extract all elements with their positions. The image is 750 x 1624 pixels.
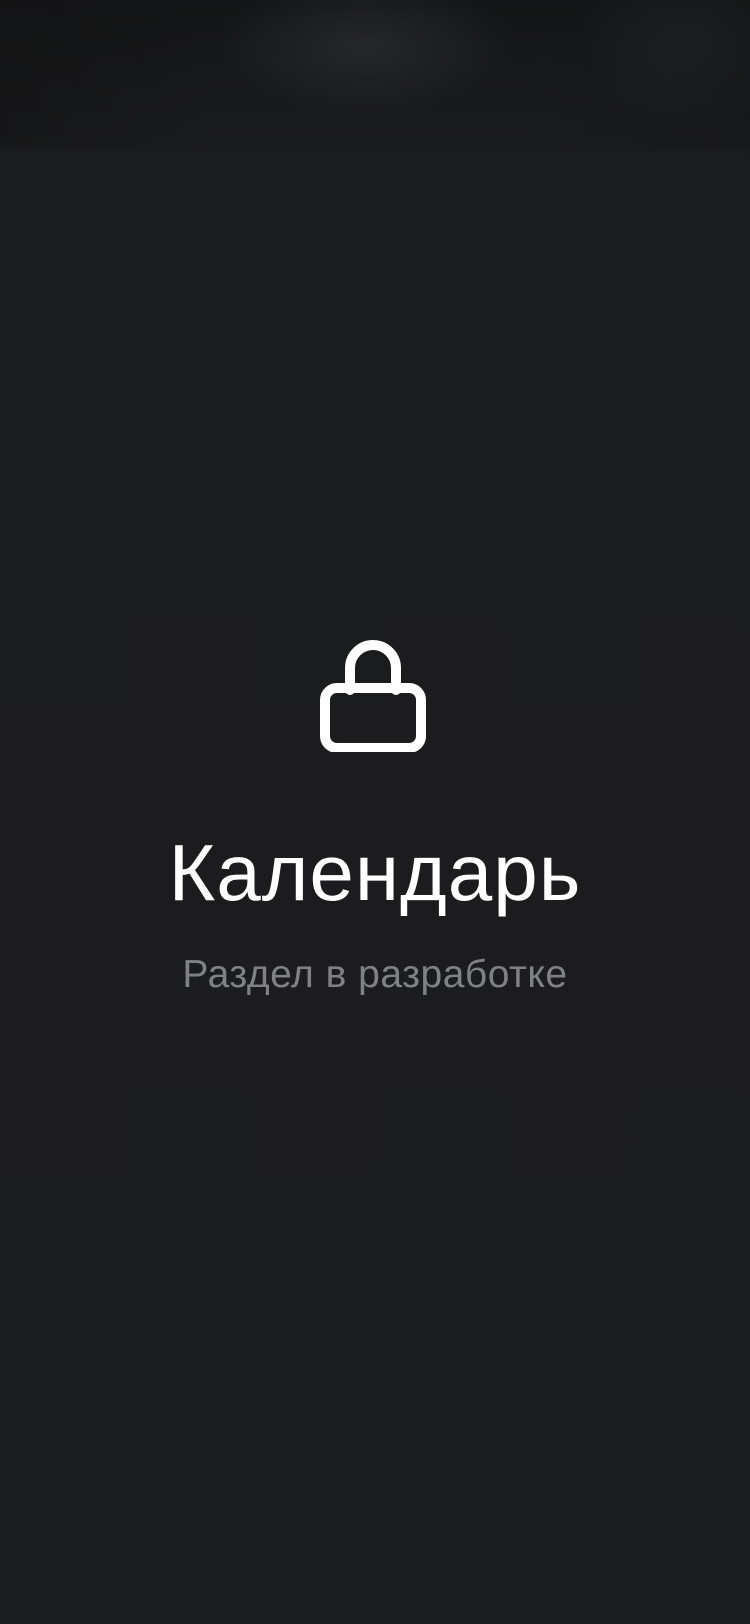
top-blurred-backdrop (0, 0, 750, 150)
section-status-text: Раздел в разработке (182, 953, 568, 996)
section-title: Календарь (168, 828, 582, 917)
lock-icon (318, 630, 428, 752)
calendar-placeholder-screen: Календарь Раздел в разработке (0, 0, 750, 1624)
bottom-shade (0, 1524, 750, 1624)
